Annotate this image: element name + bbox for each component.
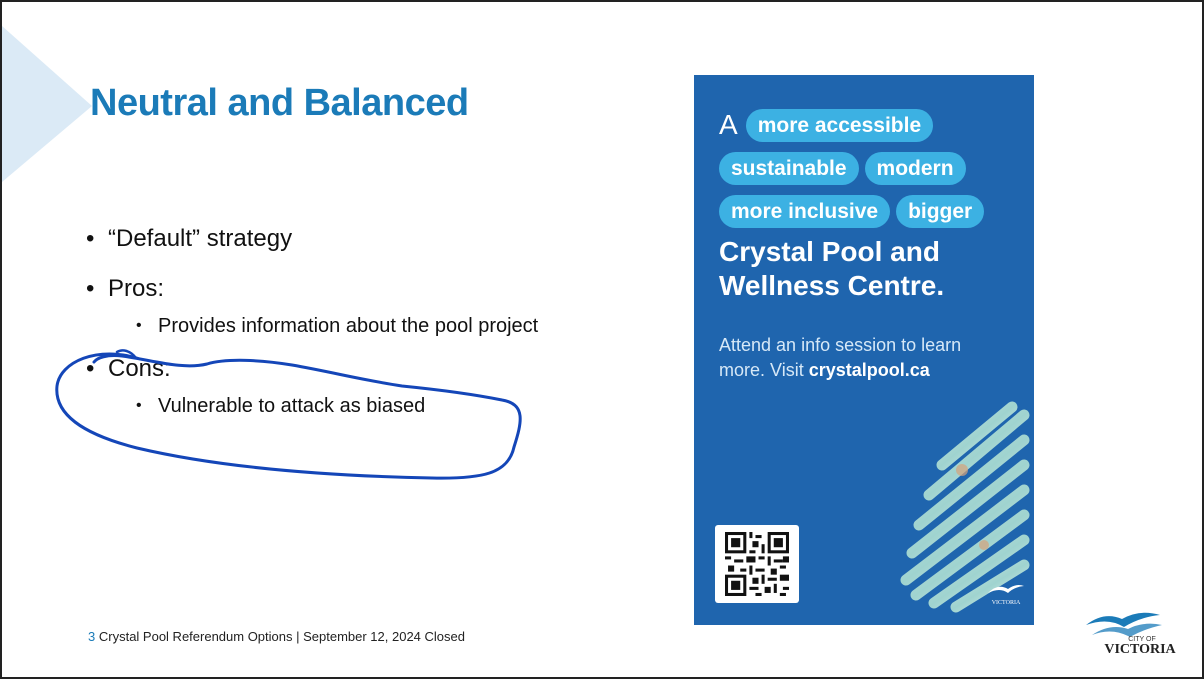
qr-code-icon[interactable] bbox=[715, 525, 799, 603]
poster-logo-text: VICTORIA bbox=[992, 600, 1021, 606]
bullet-cons: Cons: bbox=[86, 354, 606, 384]
bullet-list: “Default” strategy Pros: Provides inform… bbox=[86, 224, 606, 434]
bullet-pros: Pros: bbox=[86, 274, 606, 304]
footer-text: Crystal Pool Referendum Options | Septem… bbox=[98, 629, 465, 644]
slide-title: Neutral and Balanced bbox=[90, 82, 469, 124]
sub-bullet-pros: Provides information about the pool proj… bbox=[86, 314, 588, 338]
poster-victoria-logo: VICTORIA bbox=[986, 581, 1026, 612]
bullet-default-strategy: “Default” strategy bbox=[86, 224, 606, 254]
page-number: 3 bbox=[88, 629, 96, 644]
sub-bullet-cons: Vulnerable to attack as biased bbox=[86, 394, 588, 418]
presentation-slide: Neutral and Balanced “Default” strategy … bbox=[0, 0, 1204, 679]
victoria-wave-icon: VICTORIA bbox=[988, 585, 1024, 606]
city-of-victoria-logo: CITY OF VICTORIA bbox=[1082, 605, 1192, 662]
decorative-triangle bbox=[2, 26, 92, 182]
logo-name-text: VICTORIA bbox=[1104, 642, 1176, 657]
slide-footer: 3 Crystal Pool Referendum Options | Sept… bbox=[88, 629, 465, 644]
qr-code-graphic bbox=[725, 532, 789, 596]
victoria-wave-icon: CITY OF VICTORIA bbox=[1086, 612, 1177, 657]
crystal-pool-poster: A more accessible sustainable modern mor… bbox=[694, 75, 1034, 625]
